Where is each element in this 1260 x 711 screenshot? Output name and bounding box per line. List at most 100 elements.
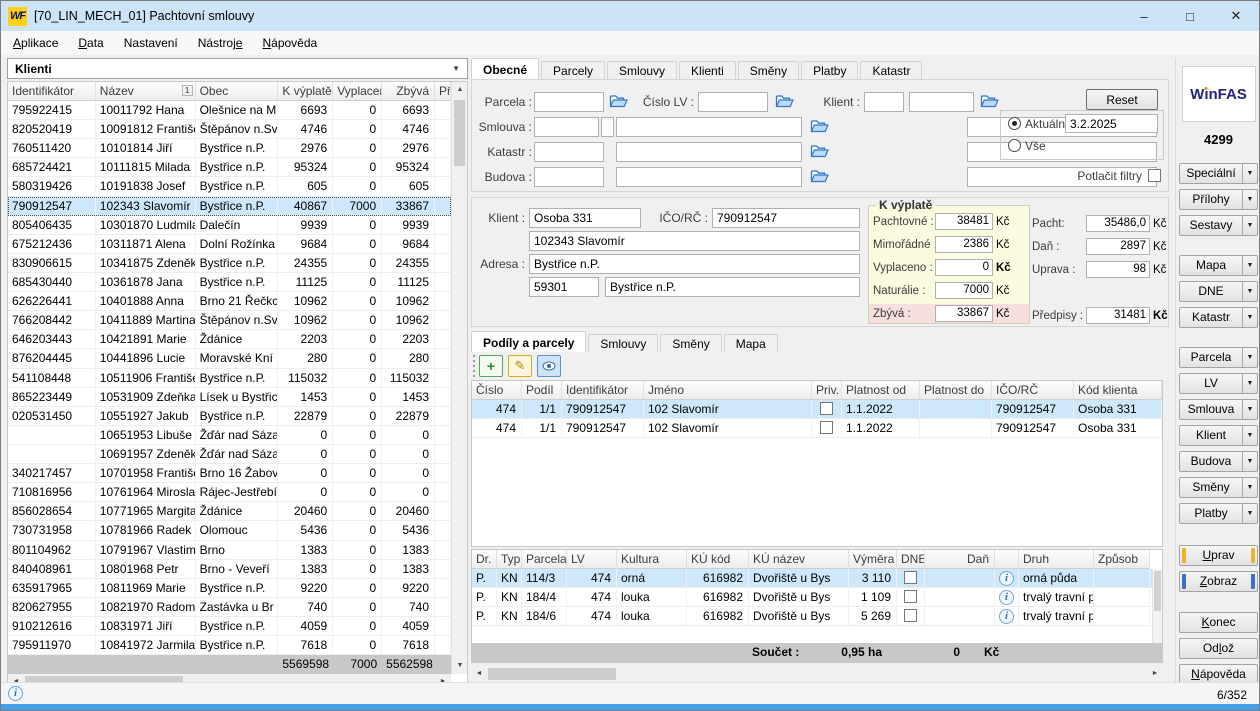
smlouva-input[interactable] [534,117,599,137]
scroll-up-icon[interactable]: ▲ [452,82,468,98]
scroll-right-icon[interactable]: ► [1147,666,1163,682]
sidebar-button-uprav[interactable]: Uprav [1179,545,1258,566]
client-row[interactable]: 82062795510821970 RadomírZastávka u Br74… [8,598,451,617]
tab-smlouvy[interactable]: Smlouvy [607,61,677,79]
subtab-smeny[interactable]: Směny [660,334,721,352]
client-row[interactable]: 82052041910091812 FrantišekŠtěpánov n.Sv… [8,120,451,139]
column-header-icon[interactable] [995,550,1019,569]
client-row[interactable]: 10651953 LibušeŽďár nad Sáza000 [8,426,451,445]
client-row[interactable]: 84040896110801968 PetrBrno - Veveří13830… [8,560,451,579]
toolbar-grip[interactable] [473,355,475,377]
column-header-ku-kod[interactable]: KÚ kód [687,550,749,569]
tab-smeny[interactable]: Směny [738,61,799,79]
minimize-button[interactable]: – [1121,1,1167,31]
column-header-lv[interactable]: LV [567,550,617,569]
info-icon[interactable]: i [999,609,1014,624]
menu-item-aplikace[interactable]: Aplikace [3,32,68,54]
katastr-input[interactable] [534,142,604,162]
sidebar-button-lv[interactable]: LV▼ [1179,373,1258,394]
menu-item-nastroje[interactable]: Nástroje [188,32,253,54]
sidebar-button-prilohy[interactable]: Přílohy▼ [1179,189,1258,210]
column-header-typ[interactable]: Typ [497,550,522,569]
payout-value[interactable]: 33867 [935,305,993,322]
budova-name-input[interactable] [616,167,802,187]
charge-value[interactable]: 35486,0 [1086,215,1150,232]
row-checkbox[interactable] [820,421,833,434]
tab-katastr[interactable]: Katastr [860,61,922,79]
column-header-identifikator[interactable]: Identifikátor [8,82,96,101]
client-row[interactable]: 80110496210791967 VlastimilBrno138301383 [8,541,451,560]
client-row[interactable]: 76620844210411889 MartinaŠtěpánov n.Sv10… [8,311,451,330]
client-row[interactable]: 71081695610761964 MiroslavRájec-Jestřebí… [8,483,451,502]
scroll-down-icon[interactable]: ▼ [452,658,468,674]
parcela-folder-icon[interactable] [608,94,628,110]
column-header-zbyva[interactable]: Zbývá [382,82,435,101]
column-header-druh-pozemku[interactable]: Druh pozemku [1019,550,1094,569]
info-icon[interactable]: i [999,571,1014,586]
client-row[interactable]: 02053145010551927 JakubBystřice n.P.2287… [8,407,451,426]
client-row[interactable]: 73073195810781966 RadekOlomouc543605436 [8,521,451,540]
menu-item-nastaveni[interactable]: Nastavení [114,32,188,54]
client-row[interactable]: 80540643510301870 LudmilaDalečín99390993… [8,216,451,235]
client-row[interactable]: 86522344910531909 ZdeňkaLísek u Bystřic1… [8,388,451,407]
katastr-name-input[interactable] [616,142,802,162]
sidebar-button-odloz[interactable]: Odlož [1179,638,1258,659]
edit-icon[interactable]: ✎ [508,355,532,377]
potlacit-filtry-checkbox[interactable] [1148,169,1161,182]
column-header-dan[interactable]: Daň [925,550,995,569]
scrollbar-thumb[interactable] [454,100,465,166]
cislo-lv-folder-icon[interactable] [774,94,794,110]
column-header-pre[interactable]: Pře [435,82,451,101]
column-header-vyplaceno[interactable]: Vyplaceno [333,82,382,101]
scroll-left-icon[interactable]: ◄ [471,666,487,682]
sidebar-button-platby[interactable]: Platby▼ [1179,503,1258,524]
info-icon[interactable]: i [999,590,1014,605]
budova-input[interactable] [534,167,604,187]
sidebar-button-specialni[interactable]: Speciální▼ [1179,163,1258,184]
view-selector-combobox[interactable]: Klienti ▼ [7,58,468,79]
cislo-lv-input[interactable] [698,92,768,112]
reset-button[interactable]: Reset [1086,89,1158,110]
payout-value[interactable]: 0 [935,259,993,276]
sidebar-button-mapa[interactable]: Mapa▼ [1179,255,1258,276]
parcel-row[interactable]: P.KN114/3474orná616982Dvořiště u Bys3 11… [472,569,1162,588]
add-icon[interactable]: + [479,355,503,377]
client-row[interactable]: 91021261610831971 JiříBystřice n.P.40590… [8,617,451,636]
column-header-vymera[interactable]: Výměra [849,550,897,569]
street-field[interactable] [529,254,860,274]
client-row[interactable]: 79592241510011792 HanaOlešnice na M66930… [8,101,451,120]
client-row[interactable]: 10691957 ZdeněkŽďár nad Sáza000 [8,445,451,464]
scrollbar-thumb[interactable] [488,668,616,680]
client-row[interactable]: 62622644110401888 AnnaBrno 21 Řečkc10962… [8,292,451,311]
client-row[interactable]: 87620444510441896 LucieMoravské Kní28002… [8,349,451,368]
smlouva-folder-icon[interactable] [809,119,829,135]
sidebar-button-budova[interactable]: Budova▼ [1179,451,1258,472]
column-header-parcela[interactable]: Parcela [522,550,567,569]
ico-field[interactable] [712,208,860,228]
payout-value[interactable]: 7000 [935,282,993,299]
parcel-row[interactable]: P.KN184/6474louka616982Dvořiště u Bys5 2… [472,607,1162,626]
share-row[interactable]: 4741/1790912547102 Slavomír1.1.202279091… [472,419,1162,438]
sidebar-button-sestavy[interactable]: Sestavy▼ [1179,215,1258,236]
smlouva-name-input[interactable] [616,117,802,137]
sidebar-button-katastr[interactable]: Katastr▼ [1179,307,1258,328]
column-header-podil[interactable]: Podíl [522,381,562,400]
column-header-nazev[interactable]: Název1 [96,82,196,101]
subtab-podily-a-parcely[interactable]: Podíly a parcely [471,331,586,352]
column-header-zpusob-vyuziti[interactable]: Způsob využití [1094,550,1150,569]
tab-parcely[interactable]: Parcely [541,61,605,79]
client-row[interactable]: 64620344310421891 MarieŽdánice220302203 [8,330,451,349]
sidebar-button-parcela[interactable]: Parcela▼ [1179,347,1258,368]
sidebar-button-dne[interactable]: DNE▼ [1179,281,1258,302]
row-checkbox[interactable] [904,571,917,584]
view-icon[interactable] [537,355,561,377]
column-header-platnost-od[interactable]: Platnost od [842,381,920,400]
client-table-vertical-scrollbar[interactable]: ▲ ▼ [451,82,467,674]
tab-obecne[interactable]: Obecné [471,58,539,79]
column-header-dne[interactable]: DNE [897,550,925,569]
charge-value[interactable]: 31481 [1086,307,1150,324]
client-row[interactable]: 83090661510341875 ZdeněkBystřice n.P.243… [8,254,451,273]
column-header-dr[interactable]: Dr. [472,550,497,569]
row-checkbox[interactable] [820,402,833,415]
charge-value[interactable]: 98 [1086,261,1150,278]
